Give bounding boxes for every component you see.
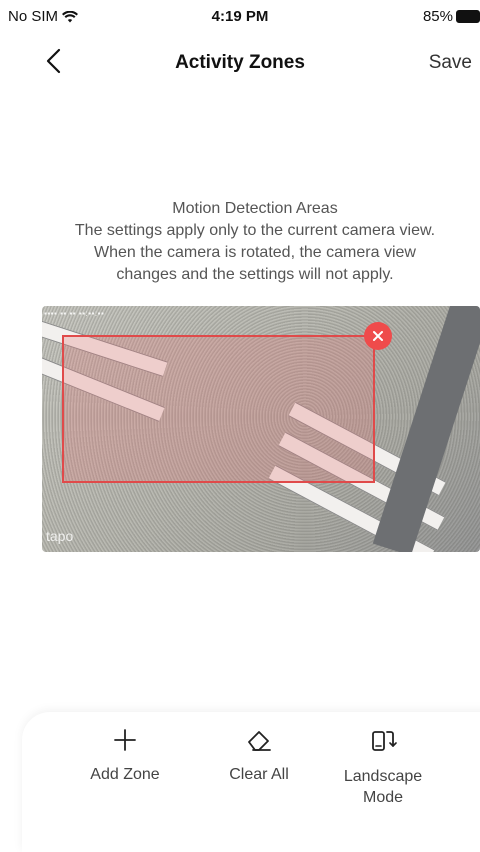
rotate-screen-icon <box>372 731 397 751</box>
landscape-mode-label-line-1: Landscape <box>343 768 423 785</box>
remove-zone-button[interactable] <box>364 322 392 350</box>
add-zone-label: Add Zone <box>90 766 160 783</box>
status-right: 85% <box>423 8 480 25</box>
close-icon <box>373 331 383 341</box>
page-title: Activity Zones <box>175 52 305 73</box>
save-button[interactable]: Save <box>429 52 472 74</box>
clear-all-button[interactable]: Clear All <box>204 728 314 785</box>
activity-zone[interactable] <box>62 335 375 483</box>
landscape-mode-button[interactable]: Landscape Mode <box>328 728 438 808</box>
clear-all-label: Clear All <box>229 766 289 783</box>
status-time: 4:19 PM <box>211 8 269 25</box>
add-zone-button[interactable]: Add Zone <box>70 728 180 785</box>
camera-watermark: tapo <box>46 528 74 544</box>
landscape-mode-label: Landscape Mode <box>328 766 438 808</box>
landscape-mode-label-line-2: Mode <box>362 789 404 806</box>
description-heading: Motion Detection Areas <box>172 200 338 217</box>
description-line-1: The settings apply only to the current c… <box>74 222 436 239</box>
camera-timestamp: ▪▪▪▪ ▪▪ ▪▪ ▪▪:▪▪:▪▪ <box>44 309 105 318</box>
description-line-2: When the camera is rotated, the camera v… <box>94 244 416 261</box>
status-bar: No SIM 4:19 PM 85% <box>0 0 480 34</box>
battery-percent: 85% <box>422 8 453 25</box>
description-line-3: changes and the settings will not apply. <box>116 266 394 283</box>
battery-icon <box>456 10 480 23</box>
eraser-icon <box>248 731 271 751</box>
description-block: Motion Detection Areas The settings appl… <box>30 198 480 286</box>
plus-icon <box>114 729 136 751</box>
nav-bar: Activity Zones Save <box>0 40 480 84</box>
